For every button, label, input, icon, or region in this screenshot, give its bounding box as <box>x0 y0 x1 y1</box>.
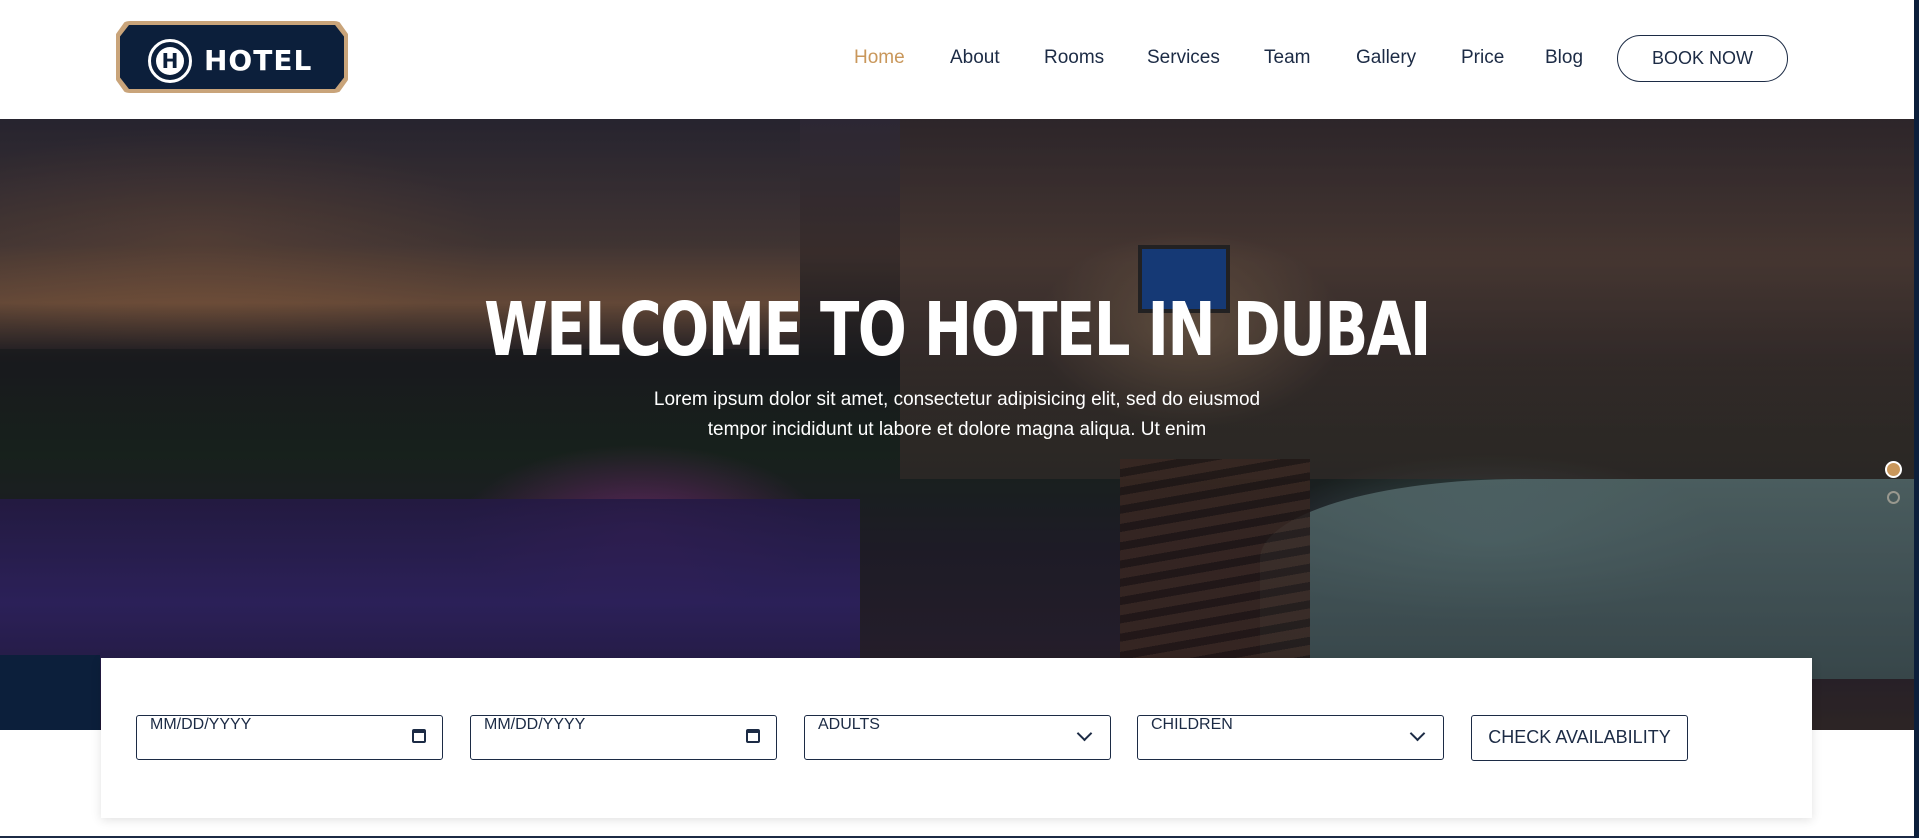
logo-plate: H HOTEL <box>120 25 344 89</box>
adults-select[interactable]: ADULTS <box>804 715 1111 760</box>
logo-text: HOTEL <box>204 44 313 77</box>
adults-selected-value: ADULTS <box>818 716 880 733</box>
calendar-icon[interactable] <box>412 729 426 743</box>
checkout-date-input[interactable]: MM/DD/YYYY <box>470 715 777 760</box>
nav-about[interactable]: About <box>950 47 1000 69</box>
nav-team[interactable]: Team <box>1264 47 1310 69</box>
nav-services[interactable]: Services <box>1147 47 1220 69</box>
nav-home[interactable]: Home <box>854 47 905 69</box>
logo-letter: H <box>156 47 184 75</box>
hero-subtitle: Lorem ipsum dolor sit amet, consectetur … <box>607 385 1307 445</box>
hero-subtitle-line: tempor incididunt ut labore et dolore ma… <box>707 419 1207 440</box>
checkout-placeholder: MM/DD/YYYY <box>484 716 586 733</box>
slide-dot-2[interactable] <box>1887 491 1900 504</box>
nav-price[interactable]: Price <box>1461 47 1504 69</box>
hero-title: WELCOME TO HOTEL IN DUBAI <box>484 287 1431 373</box>
scrollbar-thumb[interactable] <box>1914 0 1919 838</box>
hotel-logo[interactable]: H HOTEL <box>116 21 348 93</box>
chevron-down-icon <box>1409 725 1426 742</box>
nav-rooms[interactable]: Rooms <box>1044 47 1104 69</box>
children-selected-value: CHILDREN <box>1151 716 1233 733</box>
hero-slider: WELCOME TO HOTEL IN DUBAI Lorem ipsum do… <box>0 119 1914 730</box>
booking-form: MM/DD/YYYY MM/DD/YYYY ADULTS CHILDREN CH… <box>101 658 1812 818</box>
checkin-date-input[interactable]: MM/DD/YYYY <box>136 715 443 760</box>
check-availability-button[interactable]: CHECK AVAILABILITY <box>1471 715 1688 761</box>
nav-blog[interactable]: Blog <box>1545 47 1583 69</box>
page-scrollbar[interactable] <box>1914 0 1919 838</box>
slide-dot-1[interactable] <box>1885 461 1902 478</box>
chevron-down-icon <box>1076 725 1093 742</box>
logo-emblem: H <box>148 39 192 83</box>
site-header: H HOTEL Home About Rooms Services Team G… <box>0 0 1914 119</box>
hero-subtitle-line: Lorem ipsum dolor sit amet, consectetur … <box>653 389 1261 410</box>
page: H HOTEL Home About Rooms Services Team G… <box>0 0 1919 838</box>
nav-gallery[interactable]: Gallery <box>1356 47 1416 69</box>
children-select[interactable]: CHILDREN <box>1137 715 1444 760</box>
book-now-button[interactable]: BOOK NOW <box>1617 35 1788 82</box>
hero-band <box>0 655 100 730</box>
calendar-icon[interactable] <box>746 729 760 743</box>
checkin-placeholder: MM/DD/YYYY <box>150 716 252 733</box>
